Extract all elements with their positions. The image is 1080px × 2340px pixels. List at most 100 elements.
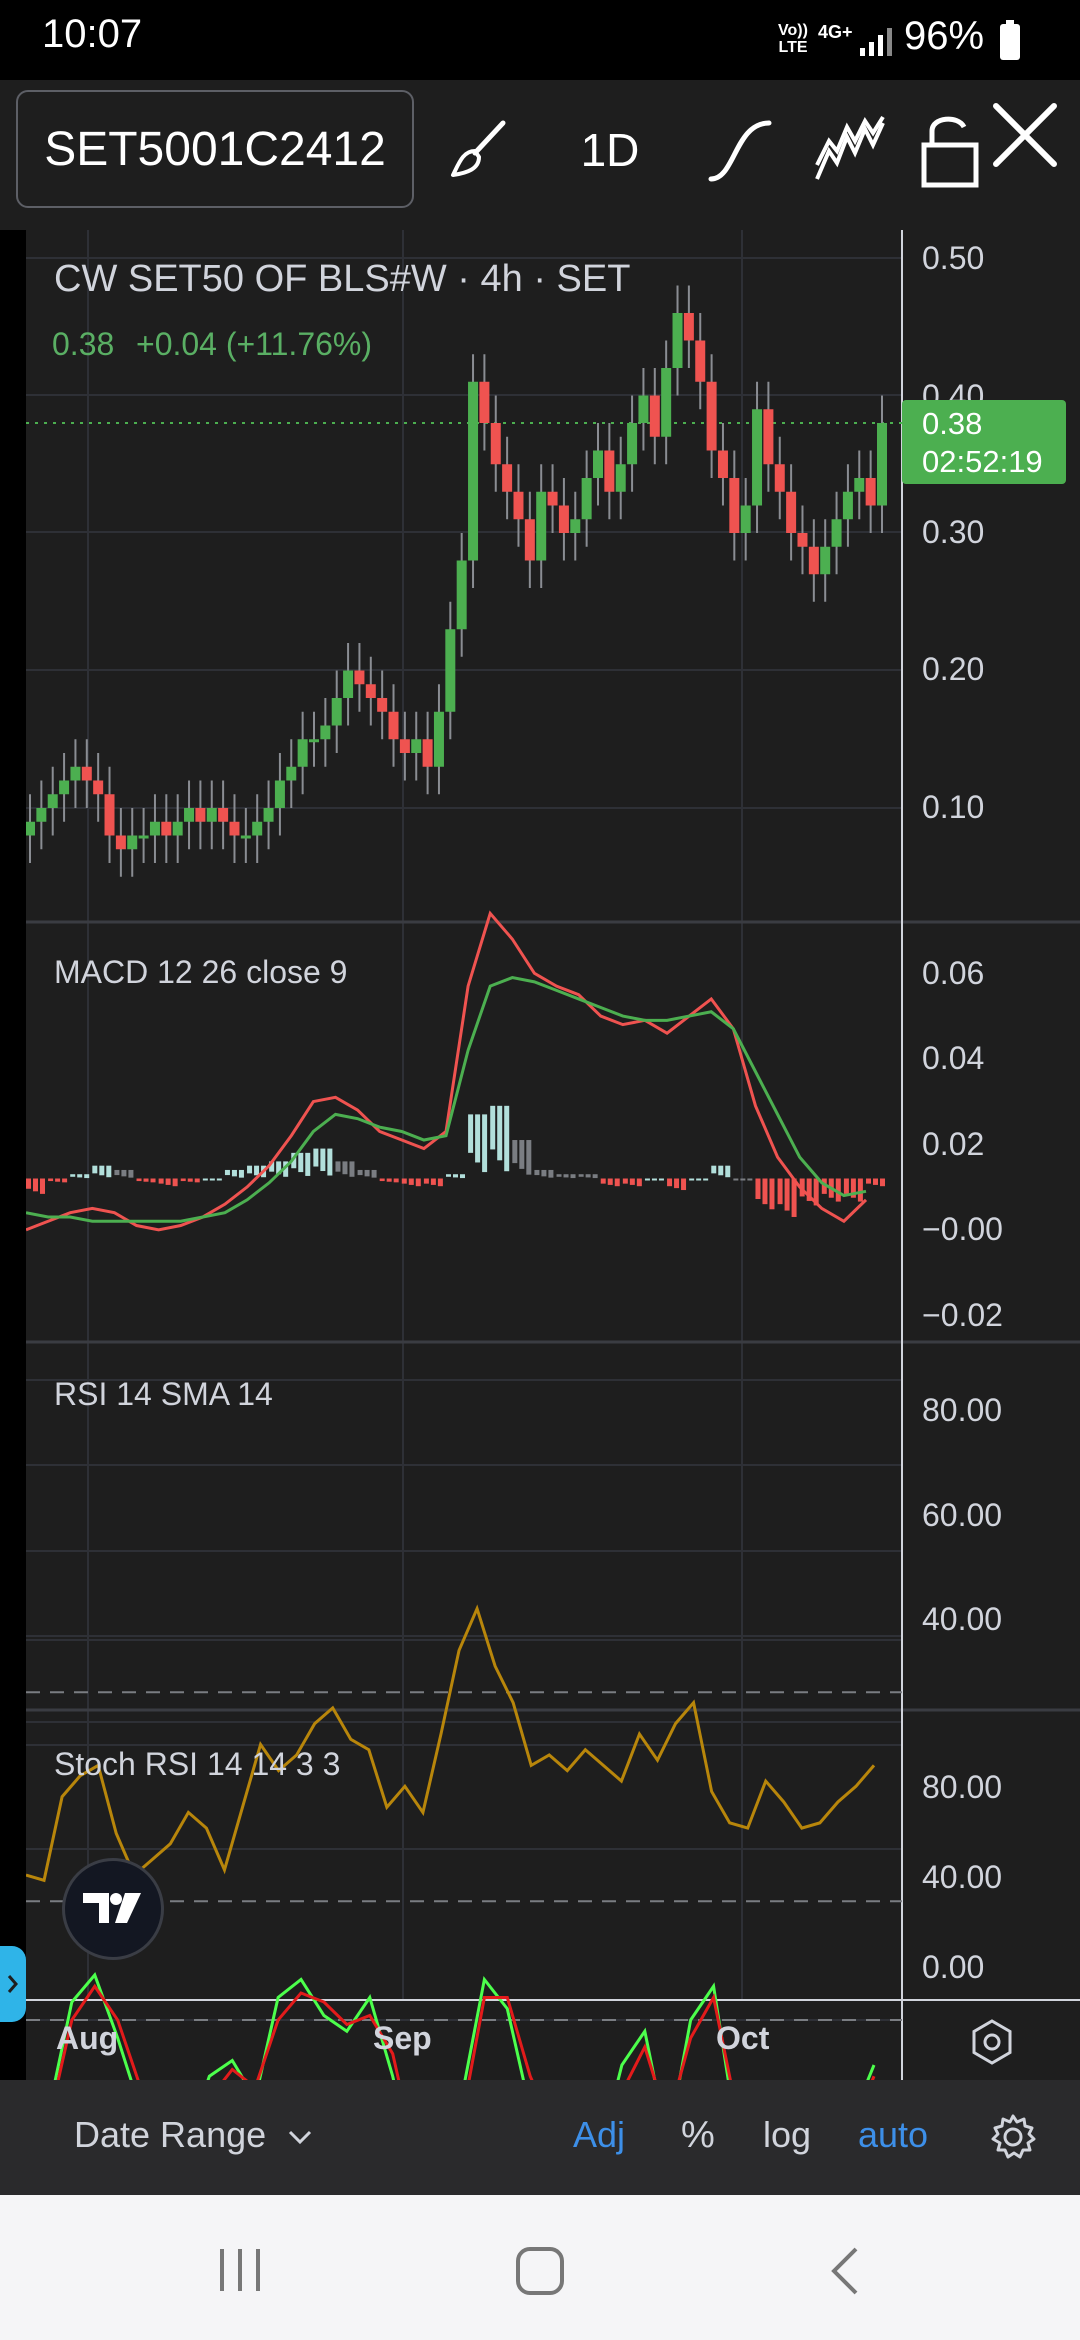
- candle-body: [184, 808, 195, 822]
- date-range-button[interactable]: Date Range: [74, 2114, 314, 2156]
- macd-histogram-bar: [349, 1161, 355, 1177]
- macd-histogram-bar: [482, 1114, 488, 1173]
- candle-body: [354, 670, 365, 685]
- y-tick: 0.10: [922, 789, 985, 825]
- candle-body: [786, 491, 797, 533]
- macd-histogram-bar: [696, 1178, 702, 1181]
- candle-body: [274, 780, 285, 808]
- y-tick: 60.00: [922, 1497, 1003, 1533]
- back-icon[interactable]: [826, 2245, 866, 2297]
- macd-histogram-bar: [194, 1178, 200, 1183]
- candle-body: [218, 808, 229, 822]
- macd-histogram-bar: [408, 1178, 414, 1185]
- macd-histogram-bar: [718, 1165, 724, 1176]
- candle-body: [388, 711, 399, 740]
- volte-icon: Vo)) LTE: [778, 22, 808, 56]
- curve-icon[interactable]: [700, 100, 780, 200]
- macd-histogram-bar: [62, 1178, 68, 1183]
- candle-body: [240, 835, 251, 839]
- y-tick: 0.30: [922, 514, 985, 550]
- recent-apps-icon[interactable]: [212, 2245, 272, 2295]
- macd-histogram-bar: [703, 1178, 709, 1181]
- macd-histogram-bar: [519, 1140, 525, 1169]
- macd-histogram-bar: [247, 1165, 253, 1174]
- symbol-search-button[interactable]: SET5001C2412: [16, 90, 414, 208]
- macd-histogram-bar: [548, 1169, 554, 1178]
- macd-histogram-bar: [689, 1178, 695, 1181]
- candle-body: [399, 739, 410, 753]
- macd-histogram-bar: [77, 1174, 83, 1178]
- 4g-icon: 4G+: [818, 22, 853, 42]
- chart-settings-icon[interactable]: [968, 2018, 1016, 2066]
- macd-histogram-bar: [364, 1169, 370, 1177]
- adj-toggle[interactable]: Adj: [573, 2114, 625, 2156]
- macd-histogram-bar: [762, 1178, 768, 1205]
- candle-body: [683, 313, 694, 341]
- candle-body: [286, 766, 297, 781]
- macd-histogram-bar: [342, 1161, 348, 1175]
- candle-body: [104, 794, 115, 836]
- macd-histogram-bar: [644, 1178, 650, 1181]
- macd-histogram-bar: [401, 1178, 407, 1184]
- tv-logo-icon: [83, 1893, 141, 1923]
- candle-body: [172, 821, 183, 836]
- time-label: Oct: [716, 2020, 770, 2056]
- macd-histogram-bar: [556, 1174, 562, 1177]
- macd-histogram-bar: [298, 1152, 304, 1173]
- brush-icon[interactable]: [440, 100, 520, 200]
- macd-histogram-bar: [740, 1178, 746, 1181]
- candle-body: [774, 464, 785, 492]
- tradingview-logo[interactable]: [62, 1858, 164, 1960]
- macd-histogram-bar: [681, 1178, 687, 1191]
- macd-histogram-bar: [305, 1152, 311, 1176]
- macd-histogram-bar: [386, 1178, 392, 1182]
- bottom-bar: Date Range Adj % log auto: [0, 2080, 1080, 2195]
- candle-body: [149, 821, 160, 836]
- candle-body: [490, 423, 501, 465]
- candle-body: [615, 464, 626, 492]
- candle-body: [70, 766, 81, 781]
- y-tick: 0.20: [922, 651, 985, 687]
- close-icon[interactable]: [985, 80, 1065, 190]
- candle-body: [570, 519, 581, 533]
- percent-toggle[interactable]: %: [681, 2114, 715, 2157]
- auto-toggle[interactable]: auto: [858, 2114, 928, 2156]
- candle-body: [627, 423, 638, 465]
- candle-body: [695, 340, 706, 382]
- macd-histogram-bar: [512, 1140, 518, 1164]
- candle-body: [161, 821, 172, 836]
- home-icon[interactable]: [514, 2245, 566, 2297]
- interval-button[interactable]: 1D: [565, 100, 655, 200]
- gear-icon[interactable]: [988, 2112, 1038, 2162]
- macd-histogram-bar: [92, 1165, 98, 1174]
- candle-body: [320, 725, 331, 740]
- candle-body: [854, 478, 865, 492]
- candle-body: [820, 546, 831, 575]
- candle-body: [763, 409, 774, 465]
- candle-body: [672, 313, 683, 368]
- macd-histogram-bar: [187, 1178, 193, 1182]
- macd-histogram-bar: [711, 1165, 717, 1174]
- macd-histogram-bar: [873, 1178, 878, 1185]
- lock-icon[interactable]: [910, 100, 990, 200]
- price-tag: 0.38 02:52:19: [902, 400, 1066, 484]
- main-price: 0.38: [52, 326, 115, 362]
- macd-histogram-bar: [33, 1178, 38, 1192]
- candle-body: [456, 560, 467, 630]
- side-panel-tab[interactable]: [0, 1946, 26, 2022]
- macd-histogram-bar: [614, 1178, 620, 1187]
- log-toggle[interactable]: log: [763, 2114, 811, 2156]
- macd-histogram-bar: [136, 1178, 142, 1182]
- macd-histogram-bar: [121, 1169, 127, 1177]
- candle-body: [717, 450, 728, 478]
- macd-histogram-bar: [733, 1178, 739, 1181]
- top-toolbar: SET5001C2412 1D: [0, 80, 1080, 230]
- macd-histogram-bar: [607, 1178, 613, 1185]
- macd-histogram-bar: [578, 1174, 584, 1177]
- indicators-icon[interactable]: [810, 100, 890, 200]
- candle-body: [26, 821, 35, 836]
- macd-histogram-bar: [541, 1169, 547, 1177]
- macd-histogram-bar: [128, 1169, 134, 1178]
- candle-body: [93, 780, 104, 795]
- macd-histogram-bar: [629, 1178, 635, 1185]
